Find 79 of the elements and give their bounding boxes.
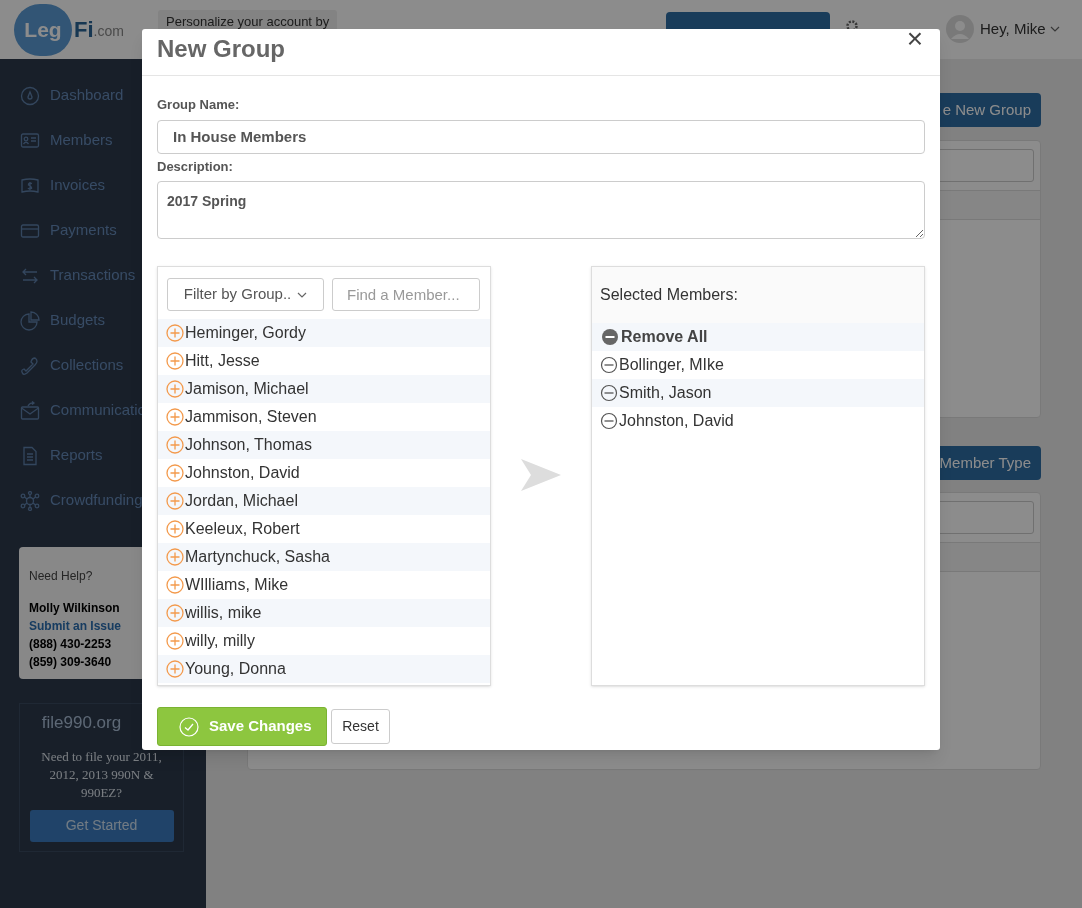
document-icon	[20, 445, 40, 466]
filter-dropdown[interactable]: Filter by Group..	[167, 278, 324, 311]
member-row[interactable]: Young, Donna	[158, 655, 490, 683]
envelope-icon	[20, 400, 40, 421]
network-icon	[20, 490, 40, 511]
plus-icon[interactable]	[166, 604, 184, 622]
close-button[interactable]: ×	[906, 27, 923, 51]
plus-icon[interactable]	[166, 660, 184, 678]
minus-icon[interactable]	[600, 356, 618, 374]
member-name: Bollinger, MIke	[619, 355, 724, 375]
plus-icon[interactable]	[166, 408, 184, 426]
pie-chart-icon	[20, 310, 40, 331]
plus-icon[interactable]	[166, 436, 184, 454]
chevron-down-icon[interactable]	[1049, 26, 1060, 33]
member-name: Jammison, Steven	[185, 407, 317, 427]
member-row[interactable]: Jordan, Michael	[158, 487, 490, 515]
member-name: Jamison, Michael	[185, 379, 309, 399]
member-name: Johnson, Thomas	[185, 435, 312, 455]
dollar-bill-icon	[20, 175, 40, 196]
plus-icon[interactable]	[166, 576, 184, 594]
promo-title: file990.org	[41, 712, 122, 734]
member-row[interactable]: WIlliams, Mike	[158, 571, 490, 599]
member-name: Keeleux, Robert	[185, 519, 300, 539]
minus-icon[interactable]	[600, 384, 618, 402]
member-name: willy, milly	[185, 631, 255, 651]
member-row[interactable]: Martynchuck, Sasha	[158, 543, 490, 571]
member-name: WIlliams, Mike	[185, 575, 289, 595]
chevron-down-icon[interactable]	[297, 291, 308, 298]
member-name: Martynchuck, Sasha	[185, 547, 330, 567]
field-label: Group Name:	[157, 96, 240, 114]
phone-number: (888) 430-2253	[29, 636, 112, 653]
plus-icon[interactable]	[166, 464, 184, 482]
member-name: Jordan, Michael	[185, 491, 298, 511]
phone-number: (859) 309-3640	[29, 654, 112, 671]
id-card-icon	[20, 130, 40, 151]
selected-members-title: Selected Members:	[600, 285, 738, 305]
member-row[interactable]: Johnston, David	[592, 407, 924, 435]
member-name: Heminger, Gordy	[185, 323, 306, 343]
phone-icon	[20, 355, 40, 376]
member-name: Young, Donna	[185, 659, 286, 679]
member-name: Smith, Jason	[619, 383, 712, 403]
member-row[interactable]: Jammison, Steven	[158, 403, 490, 431]
user-menu[interactable]: Hey, Mike	[980, 18, 1060, 41]
plus-icon[interactable]	[166, 548, 184, 566]
member-row[interactable]: Jamison, Michael	[158, 375, 490, 403]
member-name: Hitt, Jesse	[185, 351, 260, 371]
minus-icon[interactable]	[600, 412, 618, 430]
member-row[interactable]: Keeleux, Robert	[158, 515, 490, 543]
minus-icon[interactable]	[601, 328, 619, 346]
member-row[interactable]: Johnson, Thomas	[158, 431, 490, 459]
arrow-icon	[521, 459, 561, 491]
member-row[interactable]: willy, milly	[158, 627, 490, 655]
member-row[interactable]: Heminger, Gordy	[158, 319, 490, 347]
plus-icon[interactable]	[166, 352, 184, 370]
remove-all-label: Remove All	[621, 327, 708, 347]
plus-icon[interactable]	[166, 324, 184, 342]
member-row[interactable]: Bollinger, MIke	[592, 351, 924, 379]
member-row[interactable]: Smith, Jason	[592, 379, 924, 407]
plus-icon[interactable]	[166, 520, 184, 538]
group-name-field[interactable]: In House Members	[157, 119, 925, 154]
member-row[interactable]: Hitt, Jesse	[158, 347, 490, 375]
gauge-icon	[20, 85, 40, 106]
member-row[interactable]: Johnston, David	[158, 459, 490, 487]
reset-button[interactable]: Reset	[331, 709, 390, 744]
member-name: Johnston, David	[185, 463, 300, 483]
remove-all-row[interactable]: Remove All	[592, 323, 924, 351]
description-field[interactable]: 2017 Spring	[157, 181, 925, 239]
plus-icon[interactable]	[166, 380, 184, 398]
check-circle-icon	[179, 716, 199, 737]
plus-icon[interactable]	[166, 632, 184, 650]
field-label: Description:	[157, 157, 233, 176]
member-row[interactable]: willis, mike	[158, 599, 490, 627]
help-title: Need Help?	[29, 568, 93, 585]
member-name: Johnston, David	[619, 411, 734, 431]
find-member-field[interactable]: Find a Member...	[332, 278, 480, 311]
contact-name: Molly Wilkinson	[29, 600, 120, 617]
member-name: willis, mike	[185, 603, 262, 623]
plus-icon[interactable]	[166, 492, 184, 510]
promo-text: Need to file your 2011, 2012, 2013 990N & 990EZ?	[40, 747, 163, 802]
